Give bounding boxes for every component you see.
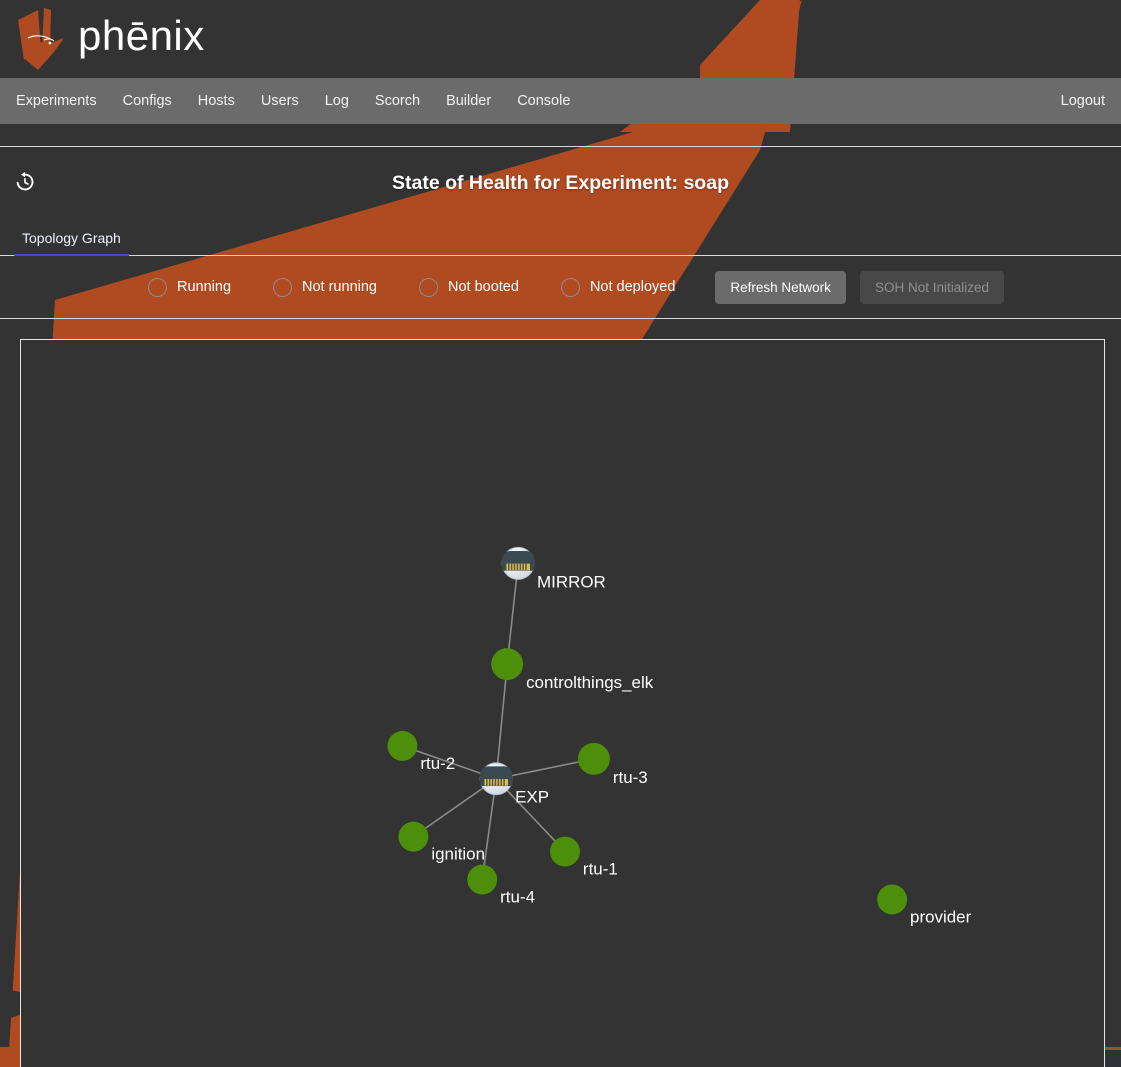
legend-not-booted[interactable]: Not booted bbox=[418, 277, 519, 297]
history-clock-icon-glyph bbox=[16, 172, 34, 191]
app-root: phēnix Experiments Configs Hosts Users L… bbox=[0, 0, 1121, 1067]
node-label-rtu-3: rtu-3 bbox=[613, 768, 648, 787]
nav-hosts[interactable]: Hosts bbox=[198, 93, 235, 109]
logout-link[interactable]: Logout bbox=[1061, 93, 1105, 109]
node-circle-controlthings_elk[interactable] bbox=[491, 648, 524, 681]
topology-graph-panel[interactable]: MIRROR controlthings_elk EXP rtu-2 rtu-3 igni… bbox=[20, 339, 1105, 1067]
node-label-rtu-2: rtu-2 bbox=[420, 754, 455, 773]
history-clock-icon[interactable] bbox=[8, 165, 42, 199]
graph-nodes: MIRROR controlthings_elk EXP rtu-2 rtu-3 igni… bbox=[387, 546, 972, 927]
nav-console[interactable]: Console bbox=[517, 93, 570, 109]
page-title: State of Health for Experiment: soap bbox=[392, 172, 729, 194]
node-label-controlthings_elk: controlthings_elk bbox=[526, 673, 654, 692]
graph-edge bbox=[495, 664, 508, 779]
graph-node-rtu-4[interactable]: rtu-4 bbox=[467, 864, 535, 907]
main-navbar: Experiments Configs Hosts Users Log Scor… bbox=[0, 78, 1121, 124]
node-label-ignition: ignition bbox=[431, 845, 485, 864]
refresh-network-button[interactable]: Refresh Network bbox=[715, 270, 846, 304]
node-circle-provider[interactable] bbox=[877, 884, 908, 915]
nav-log[interactable]: Log bbox=[325, 93, 349, 109]
node-label-rtu-4: rtu-4 bbox=[500, 887, 535, 906]
legend-not-deployed[interactable]: Not deployed bbox=[560, 277, 676, 297]
nav-users[interactable]: Users bbox=[261, 93, 299, 109]
soh-not-initialized-button: SOH Not Initialized bbox=[859, 270, 1004, 304]
graph-edges bbox=[402, 563, 595, 880]
brand-name: phēnix bbox=[78, 12, 205, 59]
graph-node-controlthings_elk[interactable]: controlthings_elk bbox=[491, 648, 654, 692]
status-dot-running-icon bbox=[148, 277, 167, 297]
node-label-provider: provider bbox=[910, 907, 972, 926]
legend-running-label: Running bbox=[177, 279, 232, 295]
legend-not-running[interactable]: Not running bbox=[273, 277, 377, 297]
controls-row: Running Not running Not booted Not deplo… bbox=[0, 256, 1121, 319]
status-dot-not-deployed-icon bbox=[560, 277, 580, 297]
brand-header: phēnix bbox=[0, 0, 700, 78]
nav-experiments[interactable]: Experiments bbox=[16, 93, 97, 109]
legend-not-booted-label: Not booted bbox=[447, 279, 519, 295]
node-label-EXP: EXP bbox=[515, 788, 549, 807]
node-circle-ignition[interactable] bbox=[398, 821, 429, 852]
phenix-bird-logo bbox=[18, 8, 64, 70]
nav-builder[interactable]: Builder bbox=[446, 93, 491, 109]
legend-not-running-label: Not running bbox=[302, 279, 377, 295]
graph-node-rtu-1[interactable]: rtu-1 bbox=[550, 836, 618, 879]
node-circle-rtu-2[interactable] bbox=[387, 730, 418, 761]
legend-not-deployed-label: Not deployed bbox=[589, 279, 676, 295]
graph-node-ignition[interactable]: ignition bbox=[398, 821, 485, 864]
status-dot-not-running-icon bbox=[273, 277, 293, 297]
nav-scorch[interactable]: Scorch bbox=[375, 93, 420, 109]
legend-running[interactable]: Running bbox=[148, 277, 232, 297]
node-circle-rtu-4[interactable] bbox=[467, 864, 498, 895]
node-circle-rtu-3[interactable] bbox=[577, 742, 610, 775]
nav-configs[interactable]: Configs bbox=[123, 93, 172, 109]
graph-node-rtu-3[interactable]: rtu-3 bbox=[577, 742, 648, 787]
topology-graph-canvas[interactable]: MIRROR controlthings_elk EXP rtu-2 rtu-3 igni… bbox=[21, 340, 1104, 1067]
node-label-MIRROR: MIRROR bbox=[537, 572, 606, 591]
tab-topology-graph[interactable]: Topology Graph bbox=[14, 230, 129, 256]
title-block: State of Health for Experiment: soap bbox=[0, 146, 1121, 220]
graph-node-provider[interactable]: provider bbox=[877, 884, 972, 927]
node-label-rtu-1: rtu-1 bbox=[583, 860, 618, 879]
status-dot-not-booted-icon bbox=[418, 277, 438, 297]
tab-strip: Topology Graph bbox=[0, 220, 1121, 256]
navbar-gap bbox=[0, 124, 1121, 146]
node-circle-rtu-1[interactable] bbox=[550, 836, 580, 867]
graph-node-MIRROR[interactable]: MIRROR bbox=[501, 546, 606, 591]
